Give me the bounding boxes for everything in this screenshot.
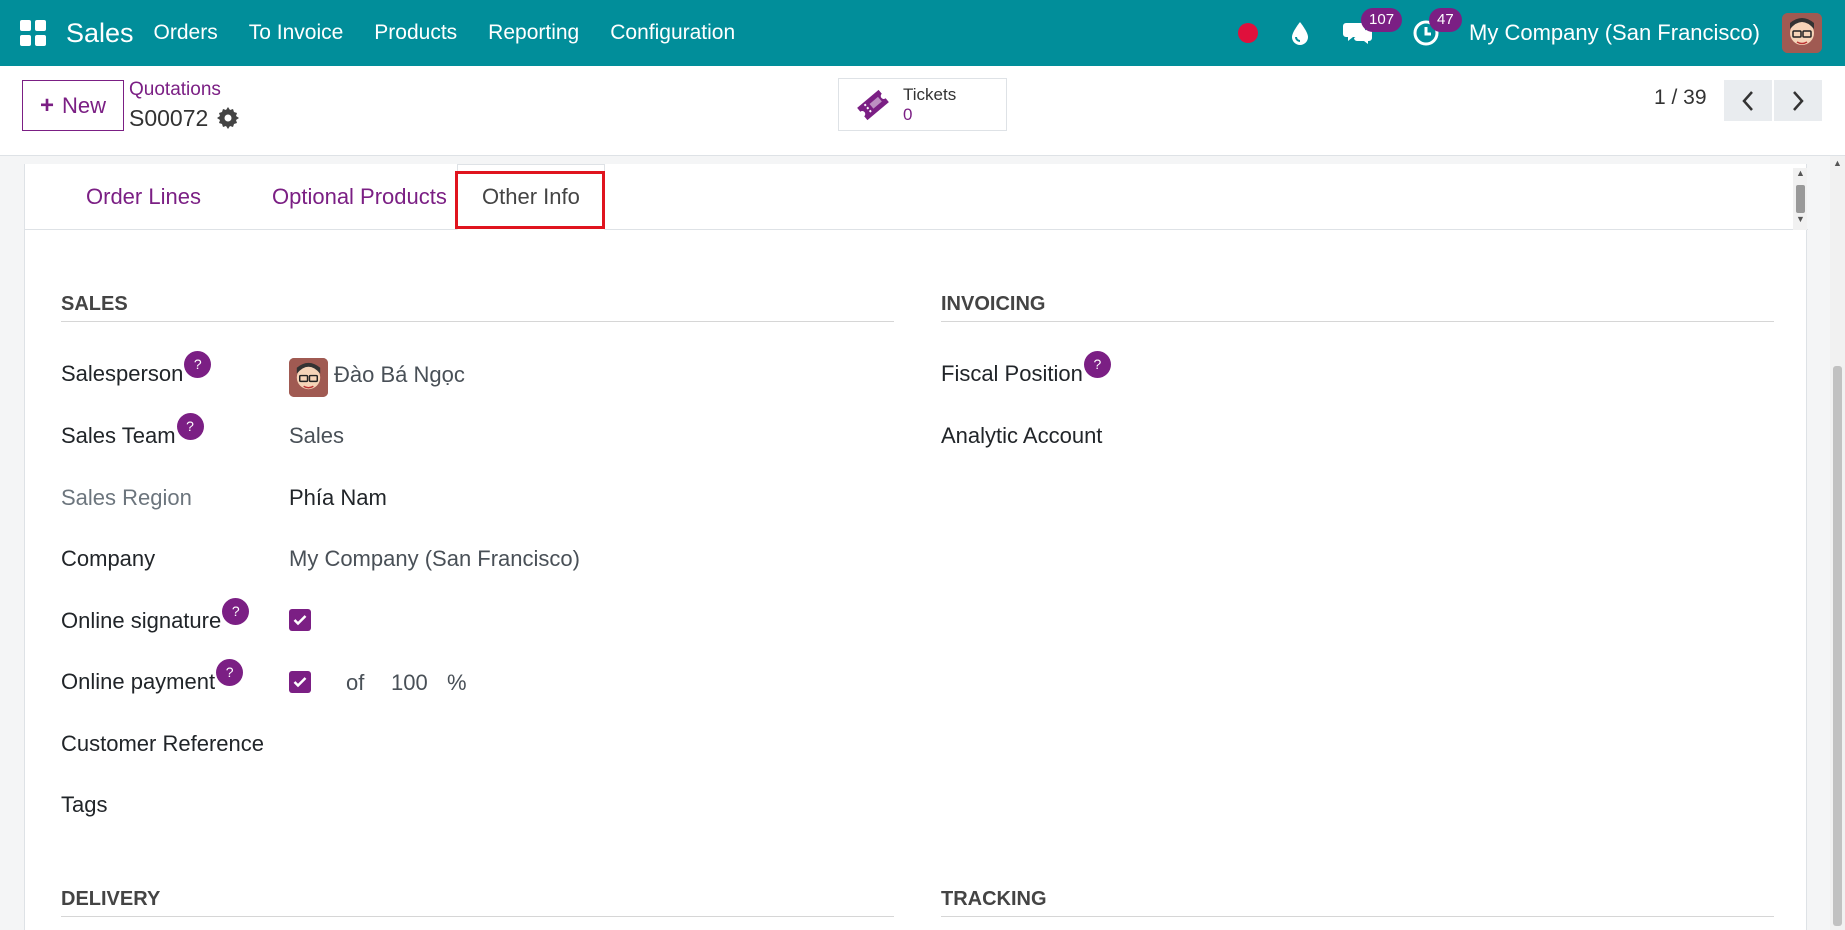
analytic-account-label: Analytic Account	[941, 423, 1103, 448]
online-signature-label-text: Online signature	[61, 608, 222, 633]
top-navbar: Sales Orders To Invoice Products Reporti…	[0, 0, 1845, 66]
tags-label: Tags	[61, 792, 108, 817]
menu-products[interactable]: Products	[374, 21, 457, 45]
menu-orders[interactable]: Orders	[154, 21, 218, 45]
help-icon[interactable]: ?	[184, 351, 212, 378]
pager-previous-button[interactable]	[1724, 80, 1772, 121]
plus-icon: +	[39, 91, 54, 119]
page-scrollbar-thumb[interactable]	[1833, 366, 1842, 926]
tab-optional-products[interactable]: Optional Products	[248, 164, 471, 230]
sales-region-value[interactable]: Phía Nam	[289, 485, 387, 511]
sales-region-label: Sales Region	[61, 485, 192, 510]
tickets-label: Tickets	[903, 84, 957, 104]
prepayment-percent-input[interactable]: 100	[391, 670, 428, 696]
salesperson-value[interactable]: Đào Bá Ngọc	[334, 362, 465, 388]
messages-icon[interactable]: 107	[1343, 8, 1403, 48]
menu-configuration[interactable]: Configuration	[610, 21, 735, 45]
menu-to-invoice[interactable]: To Invoice	[249, 21, 344, 45]
help-icon[interactable]: ?	[222, 598, 250, 625]
salesperson-label-text: Salesperson	[61, 361, 184, 386]
scrollbar-thumb[interactable]	[1796, 185, 1805, 213]
page-scrollbar[interactable]: ▲	[1830, 156, 1845, 930]
fiscal-position-label: Fiscal Position?	[941, 351, 1111, 388]
drop-icon[interactable]	[1285, 18, 1315, 48]
fiscal-position-input[interactable]	[1175, 356, 1765, 390]
online-signature-checkbox[interactable]	[289, 609, 311, 631]
check-icon	[293, 677, 307, 688]
notebook-scrollbar[interactable]: ▲ ▼	[1793, 168, 1807, 230]
sales-group-divider	[61, 321, 894, 322]
user-avatar[interactable]	[1782, 13, 1822, 53]
help-icon[interactable]: ?	[216, 659, 244, 686]
salesperson-avatar	[289, 358, 328, 397]
sales-group-title: SALES	[61, 293, 128, 315]
online-payment-of-text: of	[346, 670, 365, 695]
activities-clock-icon[interactable]: 47	[1411, 8, 1462, 48]
online-payment-label-text: Online payment	[61, 669, 216, 694]
notebook-tabs: Order Lines Optional Products Other Info	[25, 164, 1808, 230]
invoicing-group-divider	[941, 321, 1774, 322]
fiscal-position-label-text: Fiscal Position	[941, 361, 1083, 386]
delivery-group-title: DELIVERY	[61, 888, 161, 910]
company-switcher[interactable]: My Company (San Francisco)	[1469, 20, 1760, 46]
online-payment-label: Online payment?	[61, 659, 244, 696]
pager-next-button[interactable]	[1774, 80, 1822, 121]
form-sheet: Order Lines Optional Products Other Info…	[24, 164, 1808, 930]
ticket-icon	[853, 85, 893, 125]
company-label: Company	[61, 546, 156, 571]
online-payment-checkbox[interactable]	[289, 671, 311, 693]
tags-input[interactable]	[289, 786, 889, 820]
record-icon[interactable]	[1238, 23, 1259, 43]
analytic-account-input[interactable]	[1175, 417, 1765, 451]
apps-menu-icon[interactable]	[0, 0, 66, 66]
pager-value[interactable]: 1 / 39	[1654, 86, 1707, 110]
delivery-group-divider	[61, 916, 894, 917]
check-icon	[293, 615, 307, 626]
control-panel: + New Quotations S00072 Tickets 0 1 / 39	[0, 66, 1845, 156]
customer-reference-label: Customer Reference	[61, 731, 264, 756]
invoicing-group-title: INVOICING	[941, 293, 1046, 315]
salesperson-label: Salesperson?	[61, 351, 212, 388]
messages-badge: 107	[1361, 8, 1403, 32]
page-scroll-up-arrow-icon[interactable]: ▲	[1833, 158, 1842, 168]
percent-sign: %	[447, 670, 467, 695]
new-button-label: New	[62, 92, 107, 118]
scroll-up-arrow-icon[interactable]: ▲	[1796, 168, 1805, 178]
help-icon[interactable]: ?	[176, 413, 204, 440]
help-icon[interactable]: ?	[1083, 351, 1111, 378]
online-signature-label: Online signature?	[61, 598, 250, 635]
sales-team-value[interactable]: Sales	[289, 423, 344, 449]
sales-team-label-text: Sales Team	[61, 423, 176, 448]
tracking-group-divider	[941, 916, 1774, 917]
breadcrumb-quotations[interactable]: Quotations	[129, 79, 221, 101]
activities-badge: 47	[1429, 8, 1462, 32]
app-name[interactable]: Sales	[66, 18, 134, 49]
sales-team-label: Sales Team?	[61, 413, 204, 450]
tab-other-info[interactable]: Other Info	[457, 164, 605, 230]
tracking-group-title: TRACKING	[941, 888, 1047, 910]
gear-icon[interactable]	[217, 107, 239, 129]
new-button[interactable]: + New	[22, 80, 124, 131]
tab-order-lines[interactable]: Order Lines	[62, 164, 225, 230]
customer-reference-input[interactable]	[289, 725, 889, 759]
menu-reporting[interactable]: Reporting	[488, 21, 579, 45]
company-value[interactable]: My Company (San Francisco)	[289, 546, 580, 572]
scroll-down-arrow-icon[interactable]: ▼	[1796, 214, 1805, 224]
tickets-count: 0	[903, 104, 913, 124]
record-name: S00072	[129, 105, 209, 131]
tickets-smart-button[interactable]: Tickets 0	[838, 78, 1007, 131]
